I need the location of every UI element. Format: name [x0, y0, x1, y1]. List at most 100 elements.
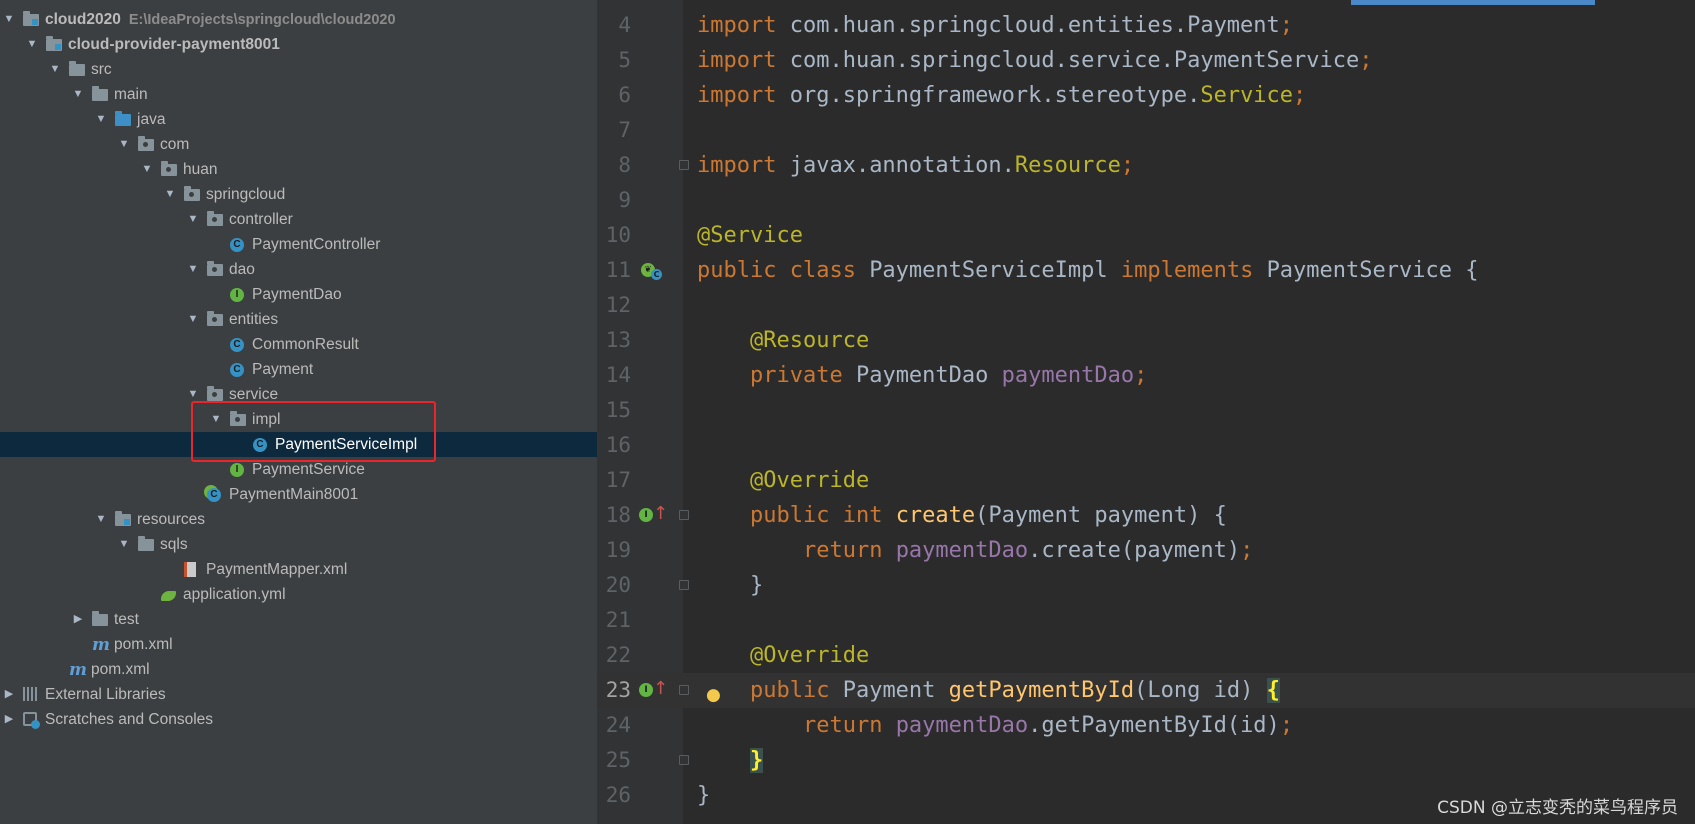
code-line[interactable]: 16 [597, 428, 1695, 463]
expand-arrow-icon[interactable]: ▼ [95, 507, 107, 532]
code-text: import com.huan.springcloud.service.Paym… [697, 43, 1373, 78]
tree-row[interactable]: application.yml [0, 582, 597, 607]
tree-row[interactable]: I PaymentService [0, 457, 597, 482]
expand-arrow-icon[interactable]: ▼ [141, 157, 153, 182]
code-line[interactable]: 23 I ↑ ● public Payment getPaymentById(Long… [597, 673, 1695, 708]
code-line[interactable]: 24 return paymentDao.getPaymentById(id); [597, 708, 1695, 743]
implements-method-gutter-icon[interactable]: I [639, 683, 653, 697]
expand-arrow-icon[interactable]: ▼ [72, 82, 84, 107]
tree-row[interactable]: ▼ controller [0, 207, 597, 232]
tree-row-label: huan [183, 161, 218, 178]
module-folder-icon [46, 36, 62, 53]
code-editor[interactable]: 4 import com.huan.springcloud.entities.Pa… [597, 0, 1695, 824]
tree-row[interactable]: PaymentMapper.xml [0, 557, 597, 582]
tree-row[interactable]: ▶ Scratches and Consoles [0, 707, 597, 732]
code-line[interactable]: 6 import org.springframework.stereotype.S… [597, 78, 1695, 113]
code-line[interactable]: 4 import com.huan.springcloud.entities.Pa… [597, 8, 1695, 43]
interface-icon: I [230, 462, 246, 478]
tree-row[interactable]: ▼ resources [0, 507, 597, 532]
code-line[interactable]: 8 import javax.annotation.Resource; [597, 148, 1695, 183]
tree-row[interactable]: ▼ main [0, 82, 597, 107]
code-line[interactable]: 18 I ↑ public int create(Payment payment) … [597, 498, 1695, 533]
code-line[interactable]: 11 ❦ Cpublic class PaymentServiceImpl impl… [597, 253, 1695, 288]
expand-arrow-icon[interactable]: ▼ [49, 57, 61, 82]
package-icon [207, 211, 223, 228]
code-line[interactable]: 9 [597, 183, 1695, 218]
tree-row[interactable]: C PaymentMain8001 [0, 482, 597, 507]
code-line[interactable]: 13 @Resource [597, 323, 1695, 358]
code-line[interactable]: 10 @Service [597, 218, 1695, 253]
code-token: private [749, 363, 856, 388]
expand-arrow-icon[interactable]: ▼ [187, 207, 199, 232]
code-text: @Resource [697, 323, 869, 358]
fold-marker-icon[interactable] [679, 755, 689, 765]
tree-row[interactable]: ▶ External Libraries [0, 682, 597, 707]
code-line[interactable]: 21 [597, 603, 1695, 638]
tree-row[interactable]: ▼ cloud-provider-payment8001 [0, 32, 597, 57]
code-token: } [749, 748, 764, 773]
code-line[interactable]: 25 } [597, 743, 1695, 778]
code-token: PaymentService { [1266, 258, 1479, 283]
project-path: E:\IdeaProjects\springcloud\cloud2020 [128, 12, 396, 28]
tree-row[interactable]: m pom.xml [0, 632, 597, 657]
tree-row[interactable]: ▶ test [0, 607, 597, 632]
expand-arrow-icon[interactable]: ▼ [187, 257, 199, 282]
expand-arrow-icon[interactable]: ▼ [118, 532, 130, 557]
package-icon [138, 136, 154, 153]
tree-row[interactable]: C PaymentServiceImpl [0, 432, 597, 457]
expand-arrow-icon[interactable]: ▼ [118, 132, 130, 157]
spring-yml-icon [161, 587, 177, 603]
tree-row[interactable]: ▼ src [0, 57, 597, 82]
tree-row[interactable]: C CommonResult [0, 332, 597, 357]
line-number: 14 [605, 363, 631, 387]
tree-row[interactable]: ▼ entities [0, 307, 597, 332]
tree-row[interactable]: ▼ com [0, 132, 597, 157]
expand-arrow-icon[interactable]: ▼ [187, 307, 199, 332]
code-line[interactable]: 20 } [597, 568, 1695, 603]
tree-row[interactable]: ▼ dao [0, 257, 597, 282]
code-token: javax.annotation. [789, 153, 1015, 178]
fold-marker-icon[interactable] [679, 580, 689, 590]
expand-arrow-icon[interactable]: ▼ [210, 407, 222, 432]
code-line[interactable]: 12 [597, 288, 1695, 323]
tree-row[interactable]: C Payment [0, 357, 597, 382]
code-token: ; [1359, 48, 1373, 73]
expand-arrow-icon[interactable]: ▼ [3, 7, 15, 32]
collapse-arrow-icon[interactable]: ▶ [3, 707, 15, 732]
package-icon [184, 186, 200, 203]
expand-arrow-icon[interactable]: ▼ [164, 182, 176, 207]
tree-row[interactable]: ▼ sqls [0, 532, 597, 557]
tree-row[interactable]: C PaymentController [0, 232, 597, 257]
tree-row[interactable]: ▼ cloud2020 E:\IdeaProjects\springcloud\cl… [0, 7, 597, 32]
tree-row[interactable]: ▼ java [0, 107, 597, 132]
tree-row[interactable]: ▼ impl [0, 407, 597, 432]
code-token: Service [1200, 83, 1294, 108]
code-text: @Override [697, 638, 869, 673]
code-line[interactable]: 7 [597, 113, 1695, 148]
tree-row-label: PaymentServiceImpl [275, 436, 418, 453]
code-line[interactable]: 22 @Override [597, 638, 1695, 673]
tree-row[interactable]: ▼ service [0, 382, 597, 407]
implements-method-gutter-icon[interactable]: I [639, 508, 653, 522]
code-line[interactable]: 19 return paymentDao.create(payment); [597, 533, 1695, 568]
collapse-arrow-icon[interactable]: ▶ [3, 682, 15, 707]
expand-arrow-icon[interactable]: ▼ [187, 382, 199, 407]
code-line[interactable]: 17 @Override [597, 463, 1695, 498]
tree-row[interactable]: m pom.xml [0, 657, 597, 682]
tree-row[interactable]: I PaymentDao [0, 282, 597, 307]
code-line[interactable]: 15 [597, 393, 1695, 428]
line-number: 15 [605, 398, 631, 422]
tree-row[interactable]: ▼ springcloud [0, 182, 597, 207]
expand-arrow-icon[interactable]: ▼ [95, 107, 107, 132]
interface-icon: I [230, 287, 246, 303]
fold-marker-icon[interactable] [679, 685, 689, 695]
expand-arrow-icon[interactable]: ▼ [26, 32, 38, 57]
fold-marker-icon[interactable] [679, 160, 689, 170]
code-line[interactable]: 5 import com.huan.springcloud.service.Pay… [597, 43, 1695, 78]
collapse-arrow-icon[interactable]: ▶ [72, 607, 84, 632]
tree-row[interactable]: ▼ huan [0, 157, 597, 182]
code-line[interactable]: 14 private PaymentDao paymentDao; [597, 358, 1695, 393]
fold-marker-icon[interactable] [679, 510, 689, 520]
scratches-icon [23, 712, 40, 729]
